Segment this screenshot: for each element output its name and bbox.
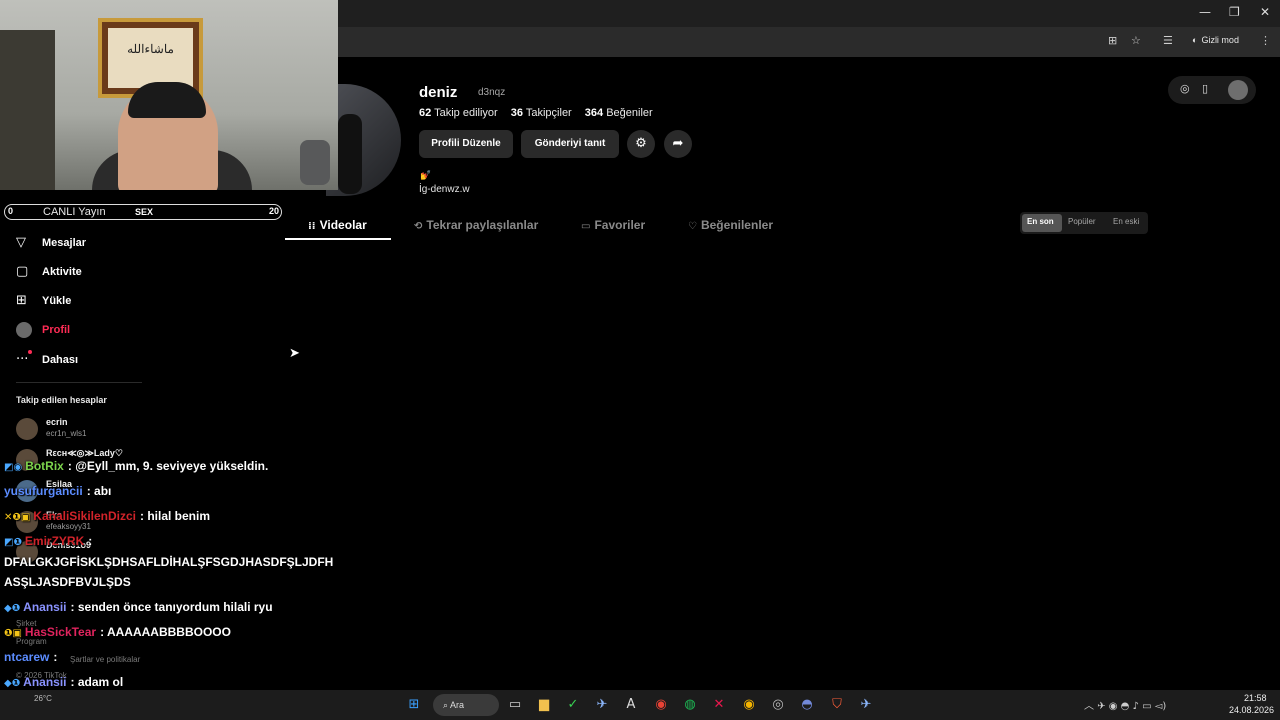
clock-time[interactable]: 21:58 <box>1244 693 1267 703</box>
live-left-count: 0 <box>8 206 14 216</box>
heart-icon: ♡ <box>688 221 697 232</box>
notification-dot <box>28 350 32 354</box>
chat-message: ✕❶▣ KanaliSikilenDizci: hilal benim <box>4 509 211 523</box>
chat-message: ntcarew: <box>4 650 58 664</box>
bio-text: İg-denwz.w <box>419 184 470 195</box>
webcam-overlay: ماشاءالله <box>0 0 338 190</box>
send-icon: ▽ <box>16 235 26 250</box>
tab-videos[interactable]: ⁞⁞ Videolar <box>308 218 367 232</box>
menu-icon[interactable]: ⋮ <box>1260 34 1271 47</box>
vip-badge-icon: ❶▣ <box>4 628 22 639</box>
chat-message: ◆❶ Anansii: senden önce tanıyordum hilali… <box>4 600 273 614</box>
coin-icon[interactable]: ◎ <box>1180 82 1190 95</box>
app-x-icon[interactable]: ✕ <box>710 697 728 713</box>
likes-stat: 364 Beğeniler <box>584 107 653 119</box>
media-icon[interactable]: ☰ <box>1163 34 1173 47</box>
more-icon: ··· <box>16 352 29 367</box>
chat-message: yusufurgancii: abı <box>4 484 112 498</box>
grid-icon: ⁞⁞ <box>308 221 316 232</box>
following-account[interactable]: ecrin ecr1n_wls1 <box>16 415 216 443</box>
sidebar-item-upload[interactable]: ⊞ Yükle <box>16 292 216 314</box>
live-label: CANLI Yayın <box>43 206 106 218</box>
profile-name: deniz <box>419 84 458 101</box>
star-icon[interactable]: ☆ <box>1131 34 1141 47</box>
bot-badge-icon: ◩◉ <box>4 462 23 473</box>
subscriber-badge-icon: ◩❶ <box>4 537 22 548</box>
clock-date[interactable]: 24.08.2026 <box>1229 705 1274 715</box>
sidebar-item-activity[interactable]: ▢ Aktivite <box>16 263 216 285</box>
sidebar-item-messages[interactable]: ▽ Mesajlar <box>16 234 216 256</box>
checkmark-app-icon[interactable]: ✓ <box>564 697 582 713</box>
app-a-icon[interactable]: A <box>622 697 640 713</box>
chat-message: ◩◉ BotRix: @Eyll_mm, 9. seviyeye yükseldi… <box>4 459 269 473</box>
sidebar-item-more[interactable]: ··· Dahası <box>16 351 216 373</box>
followers-stat[interactable]: 36 Takipçiler <box>511 107 572 119</box>
sort-toggle: En son Popüler En eski <box>1020 212 1148 234</box>
profile-stats: 62 Takip ediliyor 36 Takipçiler 364 Beğe… <box>419 107 663 119</box>
chat-message: ◩❶ EmirZYRK: <box>4 534 93 548</box>
live-right-count: 20 <box>269 206 280 216</box>
tab-favorites[interactable]: ▭ Favoriler <box>581 218 645 232</box>
following-heading: Takip edilen hesaplar <box>16 395 107 405</box>
incognito-icon: ◐ <box>1192 35 1198 45</box>
live-tag: SEX <box>135 207 154 217</box>
tab-reposts[interactable]: ⟲ Tekrar paylaşılanlar <box>414 218 538 232</box>
sidebar-item-profile[interactable]: Profil <box>16 321 216 343</box>
chat-message: ◆❶ Anansii: adam ol <box>4 675 124 689</box>
top-right-actions: ◎ ▯ <box>1168 76 1256 104</box>
user-avatar[interactable] <box>1228 80 1248 100</box>
taskbar-search[interactable]: ⌕ Ara <box>433 694 499 716</box>
live-streams-row[interactable]: 0 CANLI Yayın SEX 20 <box>4 204 282 220</box>
steam-icon[interactable]: ✈ <box>593 697 611 713</box>
system-tray[interactable]: ︿ ✈ ◉ ◓ ♪ ▭ ◅) <box>1084 697 1166 712</box>
maximize-icon[interactable]: ❐ <box>1229 5 1240 19</box>
steam-alt-icon[interactable]: ✈ <box>857 697 875 713</box>
chrome-alt-icon[interactable]: ◉ <box>740 697 758 713</box>
start-icon[interactable]: ⊞ <box>405 697 423 713</box>
phone-icon[interactable]: ▯ <box>1202 82 1208 95</box>
spotify-icon[interactable]: ◍ <box>681 697 699 713</box>
chat-message-continued: DFALGKJGFİSKLŞDHSAFLDİHALŞFSGDJHASDFŞLJD… <box>4 555 334 569</box>
message-icon: ▢ <box>16 264 29 279</box>
bio-emoji: 💅 <box>420 170 432 180</box>
tab-liked[interactable]: ♡ Beğenilenler <box>688 218 773 232</box>
edit-profile-button[interactable]: Profili Düzenle <box>419 130 513 158</box>
sort-oldest[interactable]: En eski <box>1113 217 1139 226</box>
obs-icon[interactable]: ◎ <box>769 697 787 713</box>
chrome-icon[interactable]: ◉ <box>652 697 670 713</box>
plus-box-icon: ⊞ <box>16 293 27 308</box>
moderator-badge-icon: ✕❶▣ <box>4 512 31 523</box>
chat-message-continued: ASŞLJASDFBVJLŞDS <box>4 575 131 589</box>
incognito-indicator[interactable]: ◐ Gizli mod <box>1192 35 1239 45</box>
gem-badge-icon: ◆❶ <box>4 603 21 614</box>
file-explorer-icon[interactable]: ▆ <box>535 697 553 713</box>
close-icon[interactable]: ✕ <box>1260 5 1270 19</box>
sort-latest[interactable]: En son <box>1027 217 1054 226</box>
minimize-icon[interactable]: — <box>1199 5 1211 19</box>
bookmark-icon: ▭ <box>581 221 591 232</box>
search-icon: ⌕ <box>443 700 451 710</box>
shield-icon[interactable]: ⛉ <box>828 697 846 713</box>
mouse-cursor-icon: ➤ <box>289 346 300 361</box>
chat-message: ❶▣ HasSickTear: AAAAAABBBBOOOO <box>4 625 231 639</box>
sidebar-divider <box>16 382 142 383</box>
weather-widget[interactable]: 26°C <box>34 694 52 703</box>
profile-handle: d3nqz <box>478 87 506 98</box>
settings-icon[interactable]: ⚙ <box>627 130 655 158</box>
promote-post-button[interactable]: Gönderiyi tanıt <box>521 130 619 158</box>
share-icon[interactable]: ➦ <box>664 130 692 158</box>
gem-badge-icon: ◆❶ <box>4 678 21 689</box>
following-stat[interactable]: 62 Takip ediliyor <box>419 107 498 119</box>
task-view-icon[interactable]: ▭ <box>506 697 524 713</box>
translate-icon[interactable]: ⊞ <box>1108 34 1117 47</box>
footer-link[interactable]: Şartlar ve politikalar <box>70 655 140 664</box>
avatar <box>16 418 38 440</box>
profile-avatar-icon <box>16 322 32 342</box>
active-tab-indicator <box>285 238 391 240</box>
discord-icon[interactable]: ◓ <box>798 697 816 713</box>
sort-popular[interactable]: Popüler <box>1068 217 1096 226</box>
windows-taskbar: 26°C ⊞ ⌕ Ara ▭ ▆ ✓ ✈ A ◉ ◍ ✕ ◉ ◎ ◓ ⛉ ✈ ︿… <box>0 690 1280 720</box>
repost-icon: ⟲ <box>414 221 423 232</box>
